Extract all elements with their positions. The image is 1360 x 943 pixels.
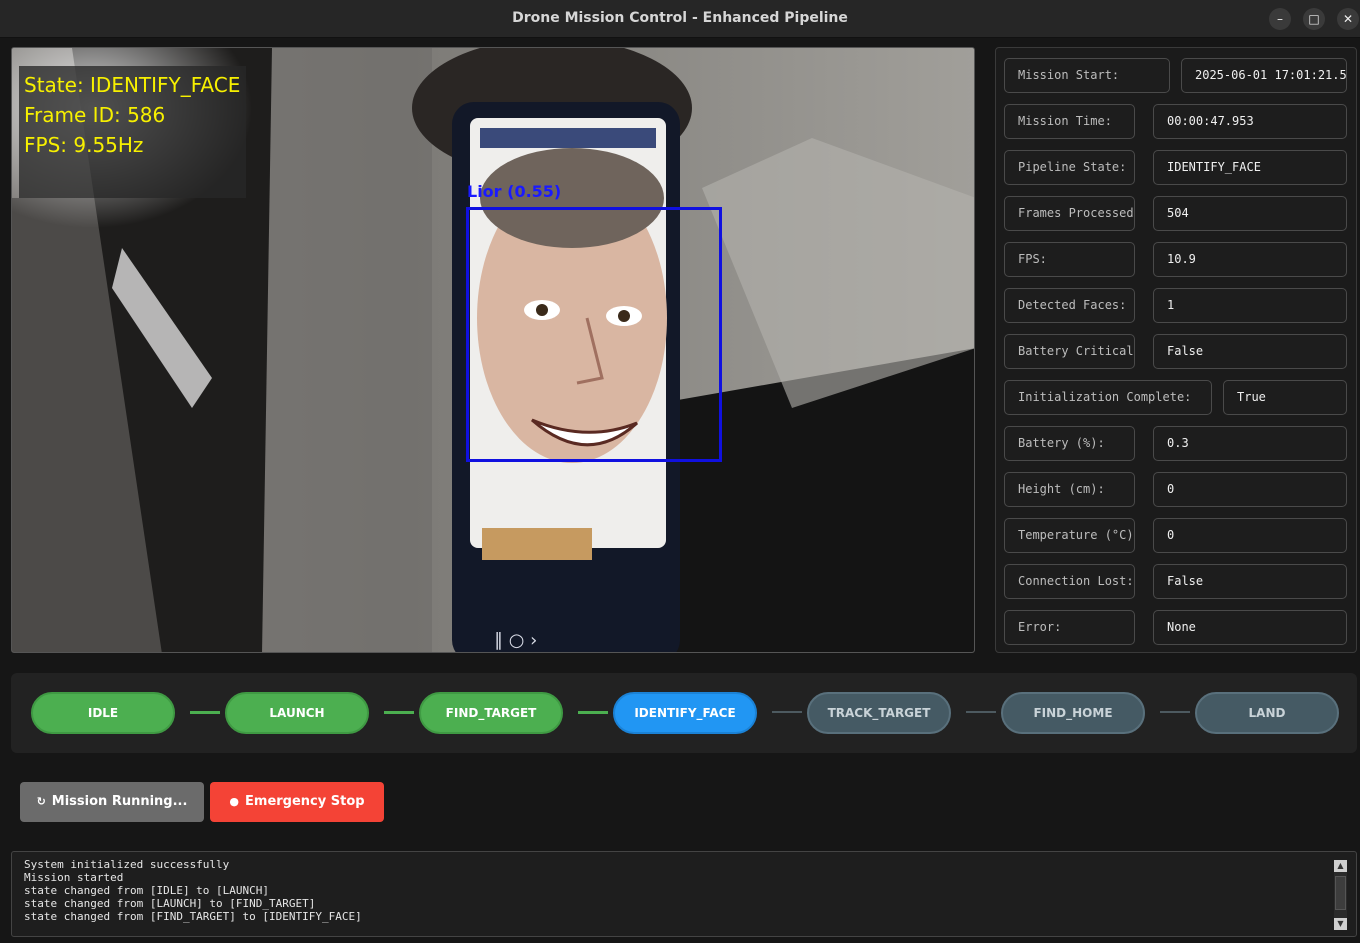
log-scrollbar[interactable]: ▲ ▼: [1334, 860, 1347, 930]
status-label: Error:: [1004, 610, 1135, 645]
status-label: Battery (%):: [1004, 426, 1135, 461]
pipeline-bar: IDLE LAUNCH FIND_TARGET IDENTIFY_FACE TRACK_…: [11, 673, 1357, 753]
overlay-fps: FPS: 9.55Hz: [24, 133, 144, 157]
pipeline-connector: [384, 711, 414, 714]
status-value: 1: [1153, 288, 1347, 323]
pipeline-stage-launch: LAUNCH: [225, 692, 369, 734]
log-line: Mission started: [24, 871, 124, 884]
pipeline-connector: [1160, 711, 1190, 713]
status-value: 10.9: [1153, 242, 1347, 277]
pipeline-connector: [578, 711, 608, 714]
overlay-frame-id: Frame ID: 586: [24, 103, 166, 127]
status-value: 504: [1153, 196, 1347, 231]
pipeline-stage-land: LAND: [1195, 692, 1339, 734]
status-label: Detected Faces:: [1004, 288, 1135, 323]
status-label: Mission Start:: [1004, 58, 1170, 93]
pipeline-stage-track-target: TRACK_TARGET: [807, 692, 951, 734]
mission-running-button[interactable]: ↻ Mission Running...: [20, 782, 204, 822]
log-line: state changed from [FIND_TARGET] to [IDE…: [24, 910, 362, 923]
log-line: state changed from [LAUNCH] to [FIND_TAR…: [24, 897, 316, 910]
status-value: 2025-06-01 17:01:21.575: [1181, 58, 1347, 93]
status-overlay: State: IDENTIFY_FACE Frame ID: 586 FPS: …: [19, 66, 246, 198]
status-value: False: [1153, 564, 1347, 599]
log-line: state changed from [IDLE] to [LAUNCH]: [24, 884, 270, 897]
refresh-icon: ↻: [36, 795, 46, 808]
pipeline-connector: [190, 711, 220, 714]
emergency-stop-button[interactable]: ● Emergency Stop: [210, 782, 384, 822]
status-panel: Mission Start: 2025-06-01 17:01:21.575 Mis…: [995, 47, 1357, 653]
pipeline-stage-find-home: FIND_HOME: [1001, 692, 1145, 734]
close-icon[interactable]: ✕: [1337, 8, 1359, 30]
pipeline-stage-find-target: FIND_TARGET: [419, 692, 563, 734]
mission-running-label: Mission Running...: [51, 794, 188, 809]
title-bar: Drone Mission Control - Enhanced Pipelin…: [0, 0, 1360, 38]
overlay-state: State: IDENTIFY_FACE: [24, 73, 241, 97]
status-value: None: [1153, 610, 1347, 645]
status-value: 0.3: [1153, 426, 1347, 461]
status-label: Connection Lost:: [1004, 564, 1135, 599]
status-value: 00:00:47.953: [1153, 104, 1347, 139]
stop-icon: ●: [229, 795, 240, 808]
status-label: Pipeline State:: [1004, 150, 1135, 185]
status-label: Temperature (°C):: [1004, 518, 1135, 553]
status-label: Initialization Complete:: [1004, 380, 1212, 415]
status-value: 0: [1153, 518, 1347, 553]
log-line: System initialized successfully: [24, 858, 230, 871]
status-value: False: [1153, 334, 1347, 369]
minimize-icon[interactable]: –: [1269, 8, 1291, 30]
pipeline-stage-identify-face: IDENTIFY_FACE: [613, 692, 757, 734]
scroll-thumb[interactable]: [1335, 876, 1346, 910]
log-lines: System initialized successfully Mission s…: [24, 858, 362, 923]
status-value: True: [1223, 380, 1347, 415]
status-label: FPS:: [1004, 242, 1135, 277]
camera-feed: ∥ ○ › State: IDENTIFY_FACE Frame ID: 586…: [11, 47, 975, 653]
status-label: Mission Time:: [1004, 104, 1135, 139]
pipeline-stage-idle: IDLE: [31, 692, 175, 734]
status-label: Height (cm):: [1004, 472, 1135, 507]
log-panel[interactable]: System initialized successfully Mission s…: [11, 851, 1357, 937]
status-value: IDENTIFY_FACE: [1153, 150, 1347, 185]
pipeline-connector: [772, 711, 802, 713]
emergency-stop-label: Emergency Stop: [245, 794, 365, 809]
scroll-up-icon[interactable]: ▲: [1334, 860, 1347, 872]
window-title: Drone Mission Control - Enhanced Pipelin…: [512, 10, 848, 26]
scroll-down-icon[interactable]: ▼: [1334, 918, 1347, 930]
status-value: 0: [1153, 472, 1347, 507]
maximize-icon[interactable]: □: [1303, 8, 1325, 30]
face-detection-box: [466, 207, 722, 462]
status-label: Battery Critical:: [1004, 334, 1135, 369]
status-label: Frames Processed:: [1004, 196, 1135, 231]
svg-text:∥ ○ ›: ∥ ○ ›: [494, 630, 537, 651]
face-detection-label: Lior (0.55): [467, 182, 562, 201]
pipeline-connector: [966, 711, 996, 713]
